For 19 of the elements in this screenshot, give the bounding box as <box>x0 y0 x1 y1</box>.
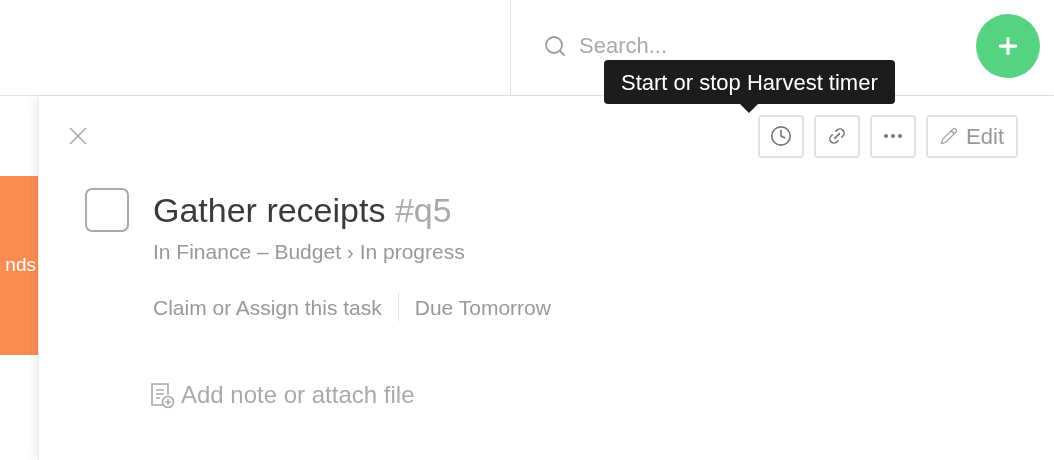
task-location[interactable]: In Finance – Budget › In progress <box>153 236 551 268</box>
card-title: nds <box>5 253 37 278</box>
timer-button[interactable] <box>758 114 805 158</box>
note-field[interactable]: Add note or attach file <box>181 377 581 413</box>
search-field[interactable]: Search... <box>579 29 879 62</box>
tooltip-arrow-icon <box>740 104 759 113</box>
task-title: Gather receipts #q5 <box>153 190 453 231</box>
search-icon <box>543 33 567 58</box>
edit-button[interactable]: Edit <box>926 114 1018 158</box>
tooltip: Start or stop Harvest timer <box>604 60 895 104</box>
assign-link[interactable]: Claim or Assign this task <box>153 291 382 323</box>
link-button[interactable] <box>814 114 861 158</box>
more-button[interactable] <box>870 114 917 158</box>
pencil-icon <box>940 127 959 145</box>
more-icon <box>884 134 903 138</box>
clock-icon <box>770 125 793 147</box>
due-date[interactable]: Due Tomorrow <box>414 291 551 323</box>
task-card[interactable]: nds <box>0 176 38 355</box>
task-checkbox[interactable] <box>85 188 129 232</box>
